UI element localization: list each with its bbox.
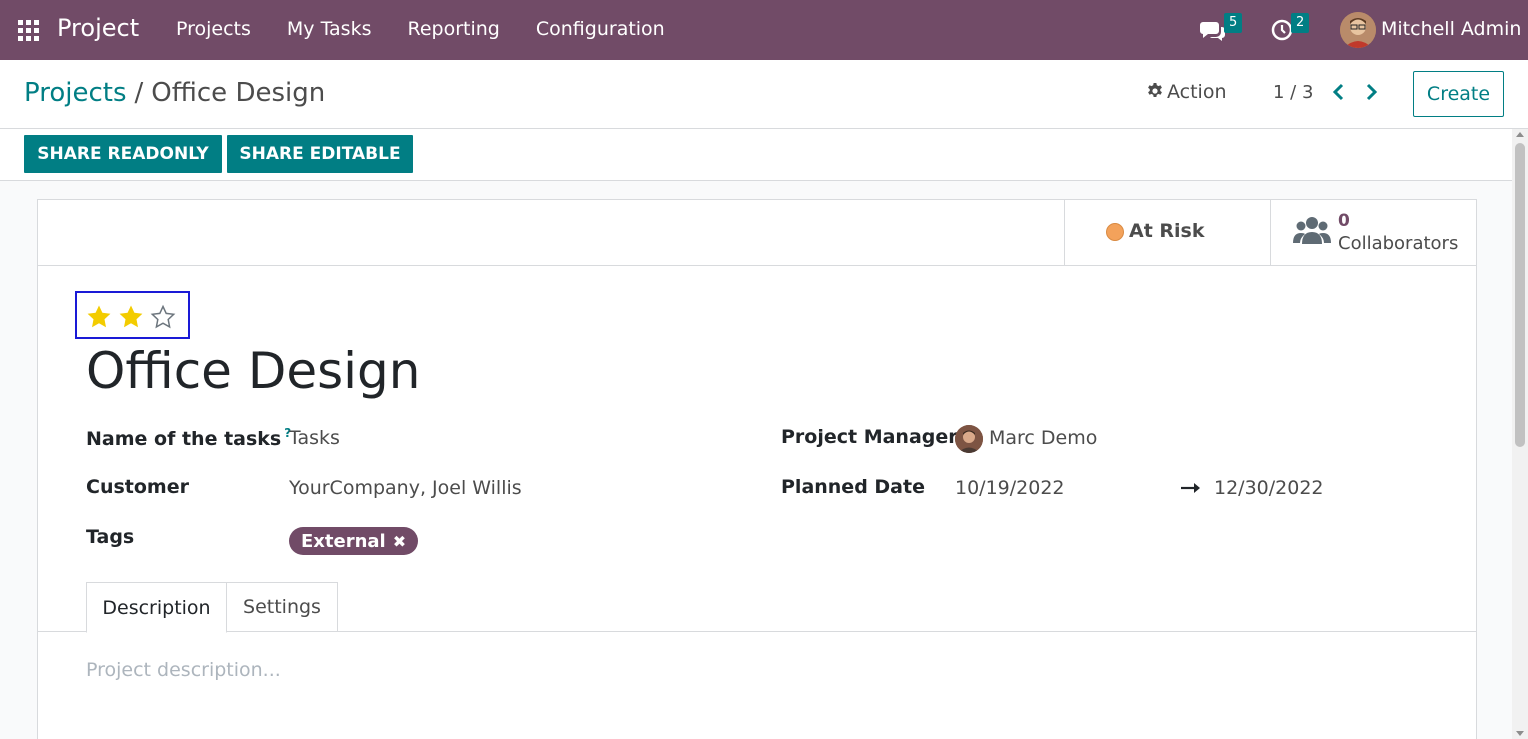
tasks-name-label-text: Name of the tasks [86,428,282,450]
share-editable-button[interactable]: SHARE EDITABLE [227,135,413,173]
action-label: Action [1167,81,1227,103]
form-sheet: At Risk 0 Collaborators Office Design Na… [37,199,1477,739]
apps-menu-icon[interactable] [18,20,39,41]
tag-badge[interactable]: External ✖ [289,527,419,555]
planned-date-end[interactable]: 12/30/2022 [1214,477,1324,499]
chevron-right-icon[interactable] [1362,82,1380,102]
top-navbar: Project Projects My Tasks Reporting Conf… [0,0,1528,60]
planned-date-start[interactable]: 10/19/2022 [955,477,1065,499]
menu-item-reporting[interactable]: Reporting [408,18,500,40]
tab-settings[interactable]: Settings [227,582,338,632]
status-dot-icon [1106,223,1124,241]
breadcrumb-projects[interactable]: Projects [24,78,127,108]
arrow-right-icon [1181,483,1200,493]
form-statusbar: SHARE READONLY SHARE EDITABLE [0,129,1512,181]
menu-item-my-tasks[interactable]: My Tasks [287,18,372,40]
users-icon [1293,217,1331,244]
notebook-tabs: Description Settings [38,582,1476,633]
chevron-left-icon[interactable] [1330,82,1348,102]
star-filled-icon[interactable] [118,304,144,330]
user-name[interactable]: Mitchell Admin [1381,18,1521,40]
create-button[interactable]: Create [1413,71,1504,117]
chat-icon[interactable] [1200,18,1226,42]
control-panel: Projects / Office Design Action 1 / 3 Crea… [0,60,1528,129]
vertical-scrollbar[interactable] [1512,129,1528,739]
smart-button-box: At Risk 0 Collaborators [38,200,1476,266]
tasks-name-field[interactable]: Tasks [289,427,340,449]
collaborators-count: 0 [1338,211,1350,231]
project-manager-label: Project Manager [781,426,958,448]
tab-description[interactable]: Description [86,582,227,633]
collaborators-button[interactable]: 0 Collaborators [1270,200,1476,265]
tag-remove-icon[interactable]: ✖ [393,532,406,551]
action-button[interactable]: Action [1146,81,1227,103]
share-readonly-button[interactable]: SHARE READONLY [24,135,222,173]
breadcrumb-separator: / [134,78,144,108]
menu-item-configuration[interactable]: Configuration [536,18,665,40]
priority-widget [75,291,190,339]
tags-label: Tags [86,526,135,548]
pager-value[interactable]: 1 / 3 [1273,82,1313,103]
activity-count-badge: 2 [1291,13,1310,33]
tasks-name-label: Name of the tasks? [86,426,291,450]
project-manager-field[interactable]: Marc Demo [989,427,1097,449]
star-filled-icon[interactable] [86,304,112,330]
customer-field[interactable]: YourCompany, Joel Willis [289,477,522,499]
record-title[interactable]: Office Design [86,342,420,400]
star-empty-icon[interactable] [150,304,176,330]
app-name[interactable]: Project [57,14,139,42]
menu-item-projects[interactable]: Projects [176,18,251,40]
description-editor[interactable]: Project description... [86,659,281,681]
breadcrumb-current: Office Design [151,78,326,108]
gear-icon [1148,83,1162,97]
status-label: At Risk [1129,220,1205,242]
breadcrumb: Projects / Office Design [24,78,325,108]
project-status-button[interactable]: At Risk [1064,200,1270,265]
manager-avatar [955,425,983,453]
scroll-thumb[interactable] [1515,143,1525,447]
chat-count-badge: 5 [1224,13,1243,33]
customer-label: Customer [86,476,189,498]
scroll-up-arrow[interactable] [1516,132,1524,137]
collaborators-label: Collaborators [1338,233,1459,254]
user-avatar[interactable] [1340,12,1376,48]
tag-label: External [301,530,386,552]
clock-icon[interactable] [1271,19,1293,41]
main-menu: Projects My Tasks Reporting Configuratio… [176,18,701,40]
planned-date-label: Planned Date [781,476,925,498]
scroll-down-arrow[interactable] [1516,731,1524,736]
